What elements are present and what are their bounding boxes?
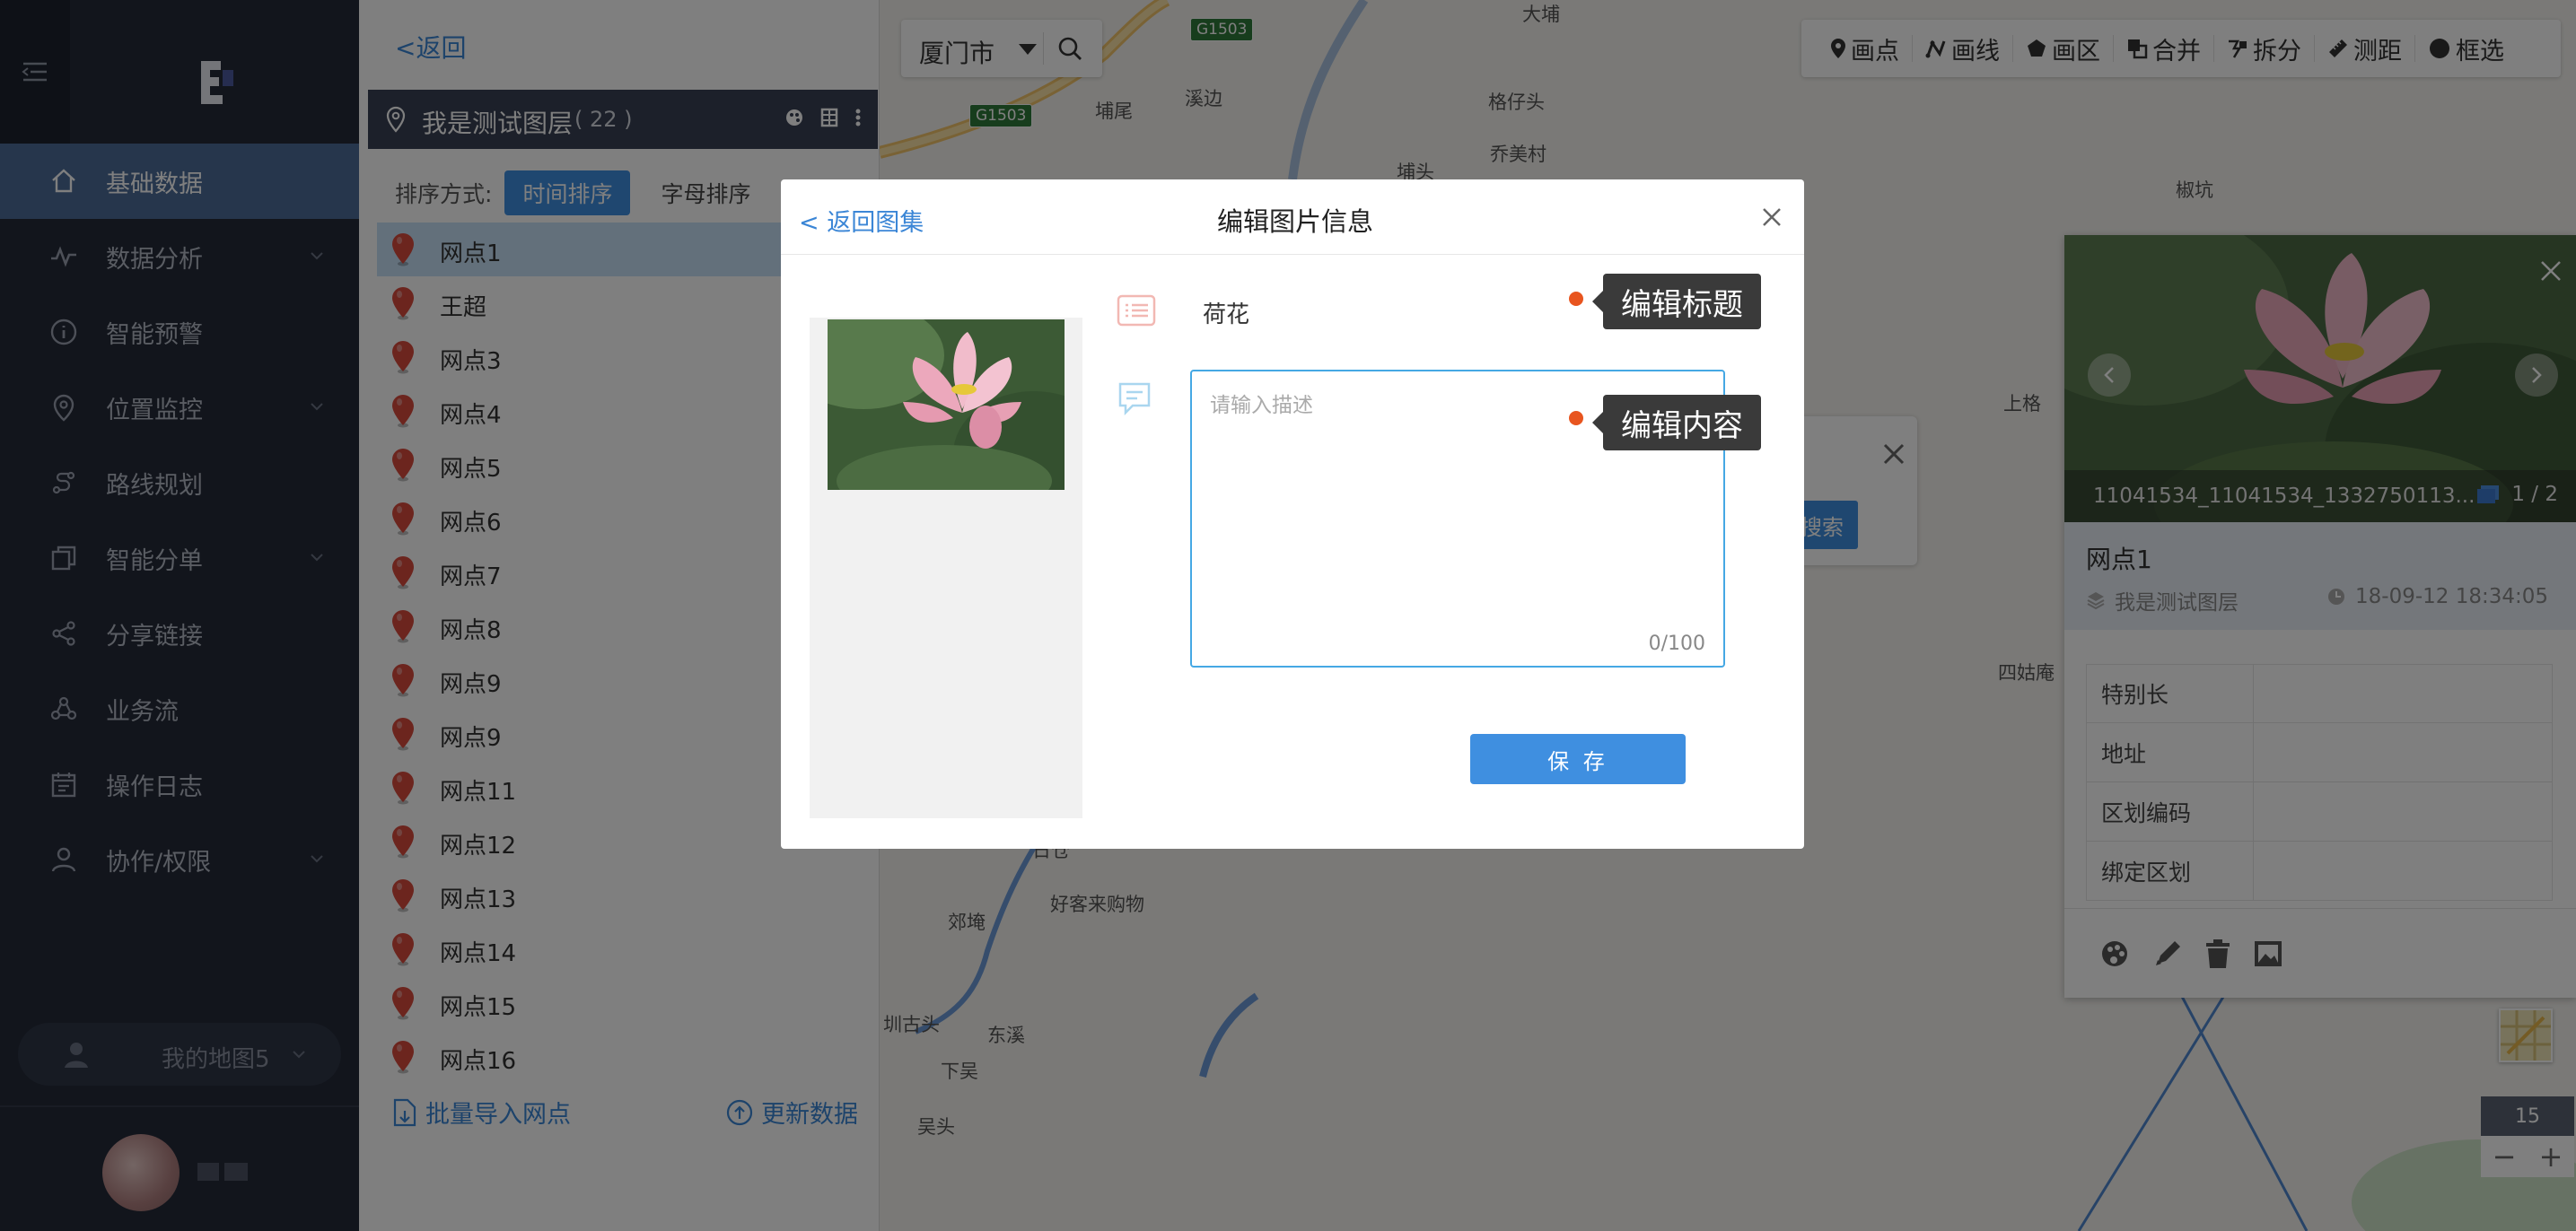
description-placeholder: 请输入描述 bbox=[1210, 394, 1313, 417]
save-button[interactable]: 保 存 bbox=[1470, 734, 1686, 784]
modal-title: 编辑图片信息 bbox=[1217, 206, 1374, 237]
tip-dot bbox=[1569, 411, 1583, 425]
modal-header: < 返回图集 编辑图片信息 bbox=[781, 179, 1804, 255]
edit-title-tooltip: 编辑标题 bbox=[1592, 274, 1761, 329]
comment-icon bbox=[1117, 380, 1152, 416]
title-list-icon bbox=[1117, 294, 1156, 327]
back-to-gallery-link[interactable]: < 返回图集 bbox=[799, 203, 924, 238]
close-icon[interactable] bbox=[1761, 206, 1783, 228]
photo-thumbnail bbox=[828, 319, 1065, 490]
tip-dot bbox=[1569, 292, 1583, 306]
character-counter: 0/100 bbox=[1648, 633, 1705, 655]
edit-content-tooltip: 编辑内容 bbox=[1592, 395, 1761, 450]
photo-title-value[interactable]: 荷花 bbox=[1203, 296, 1249, 329]
